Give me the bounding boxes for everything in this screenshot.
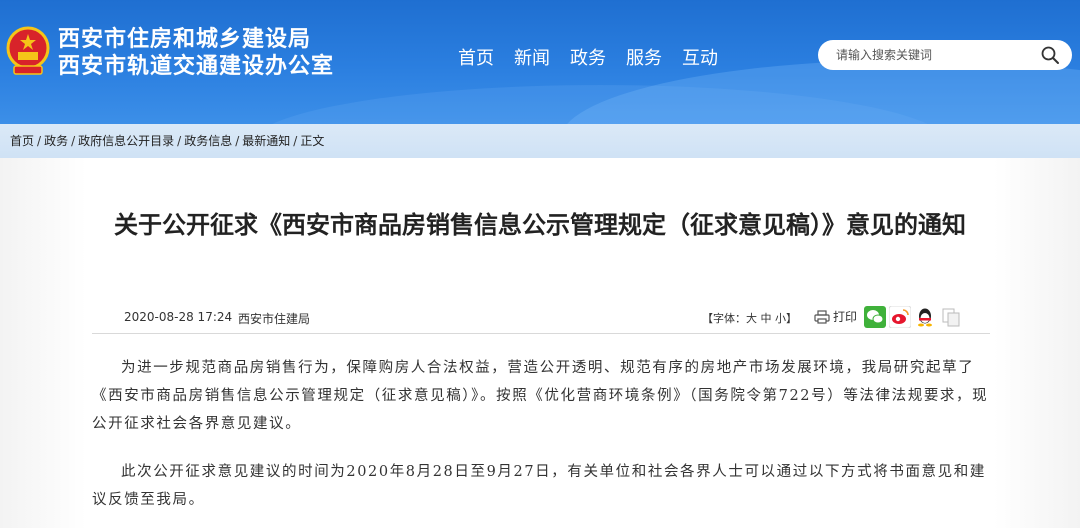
- search-icon[interactable]: [1040, 45, 1060, 65]
- search-box: [818, 40, 1072, 70]
- site-title-line2: 西安市轨道交通建设办公室: [58, 54, 335, 79]
- print-button[interactable]: 打印: [814, 308, 857, 325]
- article-title: 关于公开征求《西安市商品房销售信息公示管理规定（征求意见稿）》意见的通知: [114, 211, 966, 239]
- site-header: 西安市住房和城乡建设局 西安市轨道交通建设办公室 首页 新闻 政务 服务 互动: [0, 0, 1080, 124]
- wechat-icon[interactable]: [864, 306, 886, 328]
- article-paragraph-1: 为进一步规范商品房销售行为，保障购房人合法权益，营造公开透明、规范有序的房地产市…: [92, 360, 989, 432]
- breadcrumb-government-info[interactable]: 政务信息: [184, 134, 232, 148]
- nav-news[interactable]: 新闻: [514, 46, 550, 72]
- breadcrumb-separator: /: [37, 134, 42, 148]
- nav-government-affairs[interactable]: 政务: [570, 46, 606, 72]
- breadcrumb-home[interactable]: 首页: [10, 134, 34, 148]
- national-emblem-icon: [6, 26, 50, 75]
- breadcrumb-info-catalog[interactable]: 政府信息公开目录: [78, 134, 174, 148]
- breadcrumb-separator: /: [71, 134, 76, 148]
- breadcrumb-bar: 首页 / 政务 / 政府信息公开目录 / 政务信息 / 最新通知 / 正文: [0, 124, 1080, 158]
- font-size-small[interactable]: 小: [775, 312, 786, 325]
- breadcrumb-government-affairs[interactable]: 政务: [44, 134, 68, 148]
- nav-services[interactable]: 服务: [626, 46, 662, 72]
- printer-icon: [814, 309, 830, 324]
- site-titles: 西安市住房和城乡建设局 西安市轨道交通建设办公室: [58, 26, 334, 80]
- publish-date: 2020-08-28 17:24: [124, 310, 233, 324]
- qq-icon[interactable]: [914, 306, 936, 328]
- copy-icon[interactable]: [940, 306, 962, 328]
- breadcrumb: 首页 / 政务 / 政府信息公开目录 / 政务信息 / 最新通知 / 正文: [10, 133, 324, 149]
- weibo-icon[interactable]: [889, 306, 911, 328]
- breadcrumb-latest-notice[interactable]: 最新通知: [242, 134, 290, 148]
- breadcrumb-current: 正文: [300, 134, 325, 148]
- article-source: 西安市住建局: [238, 312, 311, 326]
- main-nav: 首页 新闻 政务 服务 互动: [458, 46, 738, 72]
- breadcrumb-separator: /: [293, 134, 298, 148]
- font-size-close: 】: [786, 312, 797, 325]
- breadcrumb-separator: /: [235, 134, 240, 148]
- font-size-large[interactable]: 大: [746, 312, 757, 325]
- site-title-line1: 西安市住房和城乡建设局: [58, 27, 312, 52]
- article-meta-bar: 2020-08-28 17:24 西安市住建局 【字体：大 中 小】 打印: [92, 300, 990, 334]
- search-input[interactable]: [836, 45, 1036, 65]
- font-size-selector: 【字体：大 中 小】: [702, 310, 797, 326]
- nav-interaction[interactable]: 互动: [682, 46, 718, 72]
- print-label: 打印: [833, 310, 858, 324]
- article-paragraph-2: 此次公开征求意见建议的时间为2020年8月28日至9月27日，有关单位和社会各界…: [92, 464, 986, 508]
- font-size-medium[interactable]: 中: [761, 312, 772, 325]
- nav-home[interactable]: 首页: [458, 46, 494, 72]
- font-size-label: 【字体：: [702, 312, 746, 325]
- breadcrumb-separator: /: [177, 134, 182, 148]
